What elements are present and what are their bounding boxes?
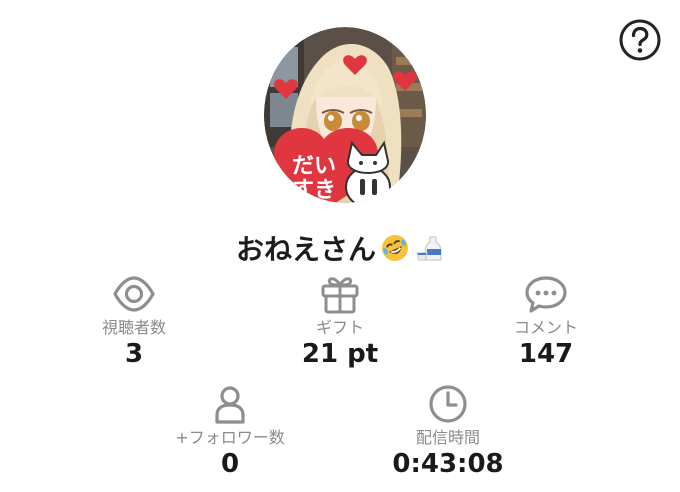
stat-value: 0 xyxy=(220,449,240,479)
stat-value: 147 xyxy=(518,339,574,369)
help-icon[interactable] xyxy=(618,18,662,62)
eye-icon xyxy=(113,276,155,312)
username-row: おねえさん xyxy=(0,226,680,270)
stat-label: 視聴者数 xyxy=(101,318,166,337)
username: おねえさん xyxy=(235,233,376,266)
svg-text:すき: すき xyxy=(292,178,336,203)
stat-label: コメント xyxy=(513,318,578,337)
stat-gifts: ギフト 21 pt xyxy=(240,272,440,370)
person-icon xyxy=(215,386,245,424)
stat-label: +フォロワー数 xyxy=(175,428,285,447)
stat-value: 0:43:08 xyxy=(392,449,504,479)
sake-emoji xyxy=(416,236,442,261)
stat-label: ギフト xyxy=(315,318,364,337)
svg-text:だい: だい xyxy=(292,154,336,179)
live-result-screen: だい すき おねえさん 視聴者数 3 ギフト 21 pt コメント 147 +フ… xyxy=(0,0,680,492)
rolling-on-floor-laughing-emoji xyxy=(382,235,408,261)
stat-comments: コメント 147 xyxy=(446,272,646,370)
stat-followers: +フォロワー数 0 xyxy=(130,382,330,480)
stat-label: 配信時間 xyxy=(415,428,480,447)
avatar: だい すき xyxy=(264,27,426,203)
chat-bubble-icon xyxy=(525,276,567,313)
stat-duration: 配信時間 0:43:08 xyxy=(348,382,548,480)
avatar-image: だい すき xyxy=(264,27,426,203)
clock-icon xyxy=(429,385,467,423)
gift-icon xyxy=(321,277,359,314)
stat-value: 21 pt xyxy=(301,339,379,369)
stat-value: 3 xyxy=(124,339,144,369)
stat-viewers: 視聴者数 3 xyxy=(34,272,234,370)
